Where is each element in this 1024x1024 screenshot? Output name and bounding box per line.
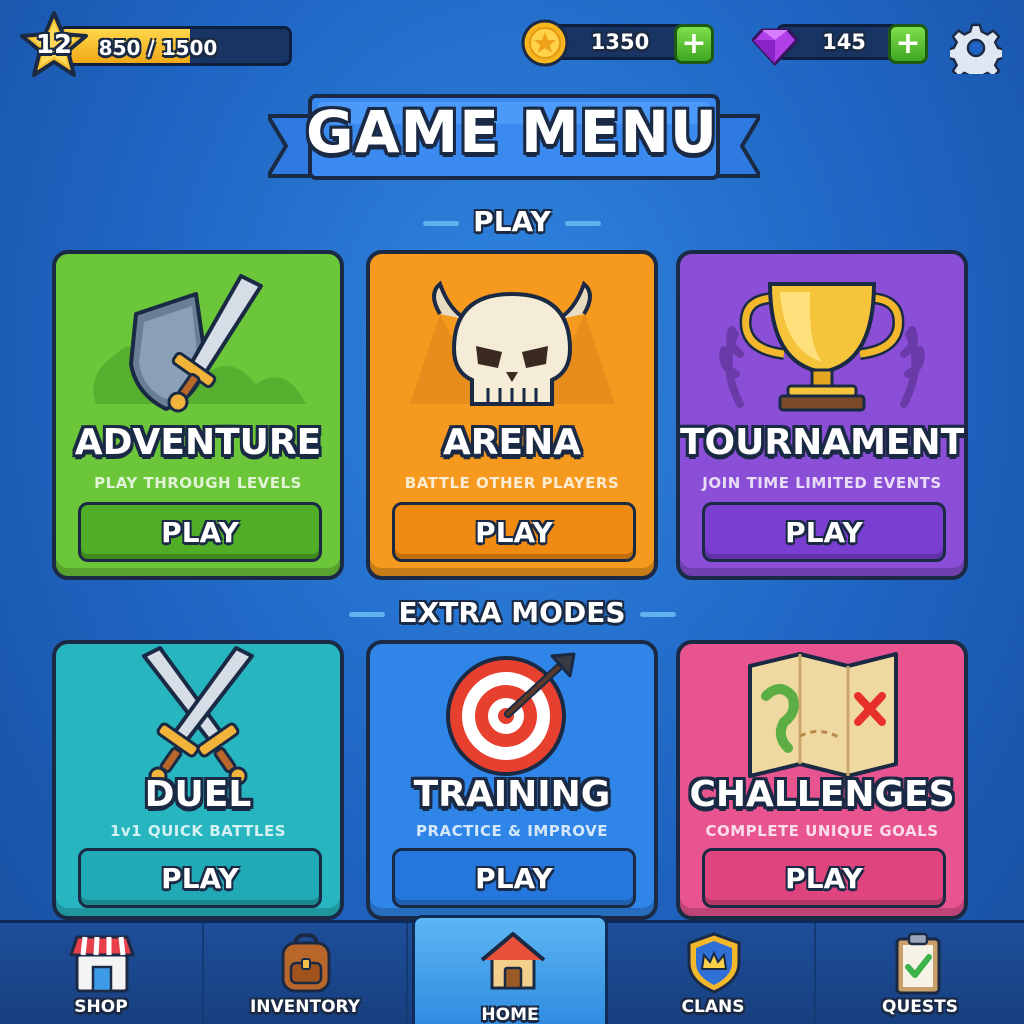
divider-left <box>348 611 385 617</box>
buy-coins-button[interactable]: + <box>674 24 714 64</box>
play-button-duel[interactable]: PLAY <box>78 848 322 908</box>
divider-right <box>639 611 676 617</box>
mode-card-arena[interactable]: ARENA BATTLE OTHER PLAYERS PLAY <box>366 250 658 580</box>
mode-subtitle: COMPLETE UNIQUE GOALS <box>705 822 939 840</box>
xp-progress-bar: 850 / 1500 <box>58 26 292 66</box>
play-button-adventure[interactable]: PLAY <box>78 502 322 562</box>
crossed-swords-icon <box>142 646 254 786</box>
treasure-map-icon <box>748 652 898 778</box>
section-extra-title: EXTRA MODES <box>398 596 626 629</box>
nav-shop-label: SHOP <box>74 997 128 1017</box>
sword-shield-icon <box>93 274 306 413</box>
nav-inventory-label: INVENTORY <box>249 997 361 1017</box>
mode-subtitle: JOIN TIME LIMITED EVENTS <box>702 474 942 492</box>
divider-left <box>423 220 460 226</box>
gold-coin-icon <box>521 19 569 67</box>
xp-text: 850 / 1500 <box>98 36 218 60</box>
mode-name: DUEL <box>144 774 252 815</box>
coins-amount: 1350 <box>590 30 650 54</box>
nav-home-label: HOME <box>481 1005 539 1024</box>
mode-card-tournaments[interactable]: TOURNAMENTS JOIN TIME LIMITED EVENTS PLA… <box>676 250 968 580</box>
player-level-panel[interactable]: 850 / 1500 12 <box>18 10 294 80</box>
nav-quests-label: QUESTS <box>882 997 958 1017</box>
mode-name: CHALLENGES <box>689 774 955 815</box>
divider-right <box>564 220 601 226</box>
buy-gems-button[interactable]: + <box>888 24 928 64</box>
skull-icon <box>410 280 615 406</box>
mode-subtitle: BATTLE OTHER PLAYERS <box>404 474 620 492</box>
section-extra-header: EXTRA MODES <box>0 596 1024 629</box>
backpack-icon <box>281 932 331 993</box>
play-button-tournaments[interactable]: PLAY <box>702 502 946 562</box>
nav-clans-label: CLANS <box>681 997 745 1017</box>
section-play-title: PLAY <box>473 205 551 238</box>
trophy-icon <box>719 282 925 412</box>
nav-shop[interactable]: SHOP <box>0 923 204 1024</box>
mode-card-adventure[interactable]: ADVENTURE PLAY THROUGH LEVELS PLAY <box>52 250 344 580</box>
gems-amount: 145 <box>822 30 866 54</box>
player-level: 12 <box>35 30 73 60</box>
page-title: GAME MENU <box>306 98 718 166</box>
target-icon <box>446 652 576 776</box>
mode-subtitle: PRACTICE & IMPROVE <box>415 822 608 840</box>
mode-subtitle: 1v1 QUICK BATTLES <box>109 822 287 840</box>
clipboard-check-icon <box>895 932 941 995</box>
nav-inventory[interactable]: INVENTORY <box>204 923 408 1024</box>
purple-gem-icon <box>751 28 799 66</box>
shop-icon <box>69 935 135 993</box>
settings-gear-icon[interactable] <box>950 22 1002 74</box>
house-icon <box>480 932 546 990</box>
mode-name: ADVENTURE <box>74 422 322 463</box>
mode-name: TOURNAMENTS <box>680 422 968 463</box>
nav-quests[interactable]: QUESTS <box>816 923 1024 1024</box>
shield-crown-icon <box>687 932 741 994</box>
play-button-challenges[interactable]: PLAY <box>702 848 946 908</box>
mode-subtitle: PLAY THROUGH LEVELS <box>94 474 302 492</box>
play-button-arena[interactable]: PLAY <box>392 502 636 562</box>
play-button-training[interactable]: PLAY <box>392 848 636 908</box>
section-play-header: PLAY <box>0 205 1024 238</box>
mode-card-training[interactable]: TRAINING PRACTICE & IMPROVE PLAY <box>366 640 658 920</box>
nav-clans[interactable]: CLANS <box>612 923 816 1024</box>
mode-card-challenges[interactable]: CHALLENGES COMPLETE UNIQUE GOALS PLAY <box>676 640 968 920</box>
mode-name: ARENA <box>442 422 582 463</box>
bottom-nav: SHOP INVENTORY HOME CLANS QUESTS <box>0 915 1024 1024</box>
mode-name: TRAINING <box>413 774 611 815</box>
mode-card-duel[interactable]: DUEL 1v1 QUICK BATTLES PLAY <box>52 640 344 920</box>
nav-home[interactable]: HOME <box>412 915 608 1024</box>
